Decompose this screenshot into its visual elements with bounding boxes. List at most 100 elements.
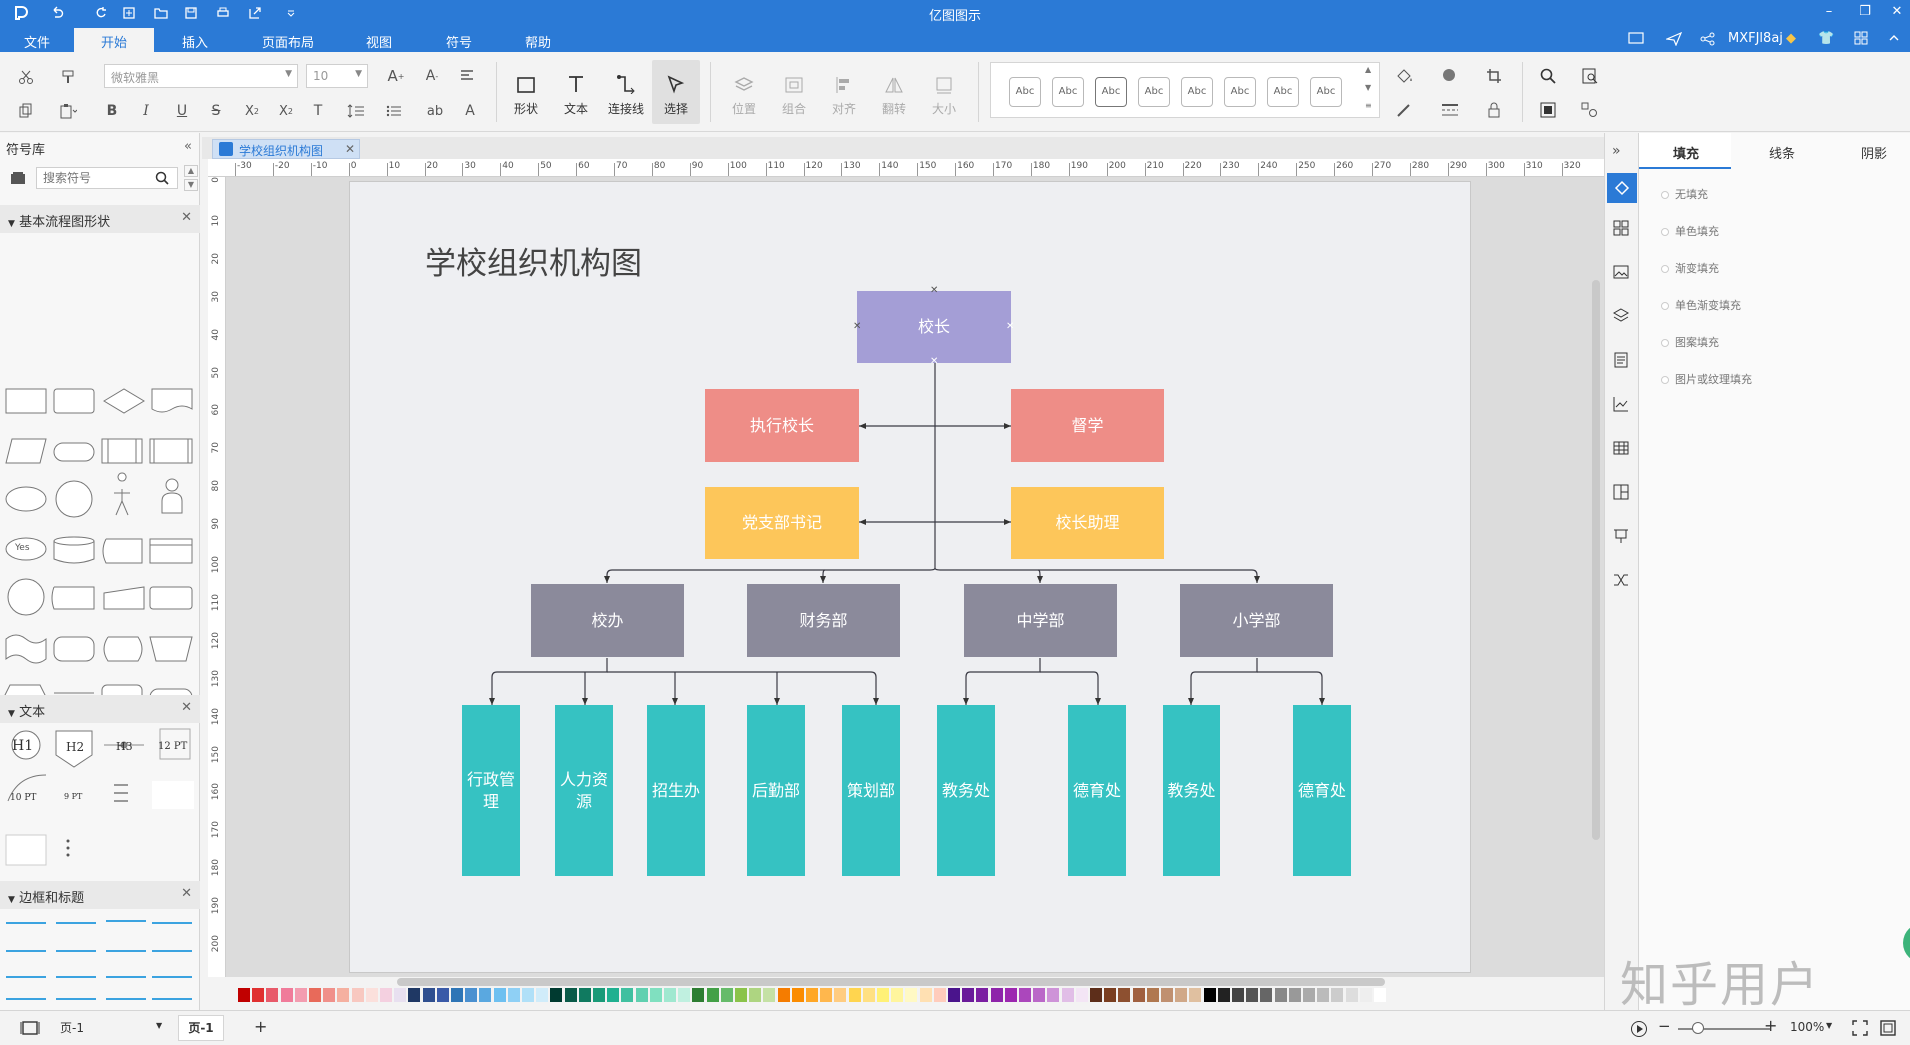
italic-icon[interactable]: I xyxy=(134,99,158,123)
document-tab[interactable]: 学校组织机构图 ✕ xyxy=(212,139,360,159)
color-swatch[interactable] xyxy=(1104,988,1117,1002)
connector-tool-button[interactable]: 连接线 xyxy=(602,60,650,124)
selection-handle-icon[interactable]: ✕ xyxy=(1006,321,1014,332)
color-swatch[interactable] xyxy=(1246,988,1259,1002)
color-swatch[interactable] xyxy=(834,988,847,1002)
fill-tool-icon[interactable] xyxy=(1607,173,1637,203)
page-properties-icon[interactable] xyxy=(1612,351,1632,371)
restore-icon[interactable]: ❐ xyxy=(1854,2,1876,22)
color-swatch[interactable] xyxy=(1161,988,1173,1002)
color-swatch[interactable] xyxy=(507,988,520,1002)
share-icon[interactable] xyxy=(1700,32,1716,46)
shadow-icon[interactable] xyxy=(1438,64,1462,88)
text-h1-sample[interactable]: H1 xyxy=(12,738,33,754)
menu-home[interactable]: 开始 xyxy=(101,32,127,51)
node-department[interactable]: 校办 xyxy=(531,584,684,657)
copy-icon[interactable] xyxy=(14,99,38,123)
color-swatch[interactable] xyxy=(550,988,563,1002)
fill-option-none[interactable]: 无填充 xyxy=(1661,186,1708,202)
decrease-font-icon[interactable]: A- xyxy=(420,64,444,88)
color-swatch[interactable] xyxy=(1260,988,1273,1002)
node-unit[interactable]: 策划部 xyxy=(842,705,900,876)
selection-handle-icon[interactable]: ✕ xyxy=(853,321,861,332)
node-unit[interactable]: 人力资源 xyxy=(555,705,613,876)
style-swatch[interactable]: Abc xyxy=(1181,77,1213,107)
color-swatch[interactable] xyxy=(1331,988,1344,1002)
color-swatch[interactable] xyxy=(1303,988,1315,1002)
text-block-samples[interactable] xyxy=(108,781,198,851)
style-swatch[interactable]: Abc xyxy=(1052,77,1084,107)
color-swatch[interactable] xyxy=(1019,988,1031,1002)
search-icon[interactable] xyxy=(155,171,169,185)
node-department[interactable]: 财务部 xyxy=(747,584,900,657)
fit-window-icon[interactable] xyxy=(1852,1020,1868,1036)
paste-icon[interactable] xyxy=(56,99,80,123)
color-swatch[interactable] xyxy=(252,988,265,1002)
underline-icon[interactable]: U xyxy=(170,99,194,123)
fill-option-pattern[interactable]: 图案填充 xyxy=(1661,334,1719,350)
color-swatch[interactable] xyxy=(678,988,691,1002)
selection-handle-icon[interactable]: ✕ xyxy=(930,356,938,367)
subscript-icon[interactable]: X2 xyxy=(274,99,298,123)
color-swatch[interactable] xyxy=(451,988,463,1002)
color-swatch[interactable] xyxy=(735,988,747,1002)
table-icon[interactable] xyxy=(1612,439,1632,459)
fill-option-gradient[interactable]: 渐变填充 xyxy=(1661,260,1719,276)
align-button[interactable]: 对齐 xyxy=(820,60,868,124)
color-swatch[interactable] xyxy=(380,988,392,1002)
color-swatch[interactable] xyxy=(436,988,449,1002)
collapse-panel-icon[interactable]: « xyxy=(184,139,192,154)
text-h2-sample[interactable]: H2 xyxy=(66,740,84,754)
page-tab[interactable]: 页-1 xyxy=(178,1015,224,1041)
color-swatch[interactable] xyxy=(1118,988,1131,1002)
strikethrough-icon[interactable]: S xyxy=(204,99,228,123)
font-size-select[interactable]: 10 ▼ xyxy=(306,64,368,88)
style-swatch[interactable]: Abc xyxy=(1095,77,1127,107)
section-text[interactable]: ▼ 文本 ✕ xyxy=(0,695,200,723)
node-unit[interactable]: 教务处 xyxy=(937,705,995,876)
increase-font-icon[interactable]: A + xyxy=(384,64,408,88)
position-button[interactable]: 位置 xyxy=(720,60,768,124)
superscript-icon[interactable]: X2 xyxy=(240,99,264,123)
style-swatch[interactable]: Abc xyxy=(1267,77,1299,107)
color-swatch[interactable] xyxy=(493,988,506,1002)
zoom-slider-thumb[interactable] xyxy=(1692,1022,1704,1034)
color-swatch[interactable] xyxy=(337,988,350,1002)
replace-shape-icon[interactable] xyxy=(1578,98,1602,122)
color-swatch[interactable] xyxy=(1203,988,1216,1002)
color-swatch[interactable] xyxy=(536,988,549,1002)
gallery-scroll-down-icon[interactable]: ▼ xyxy=(1365,83,1371,92)
node-unit[interactable]: 德育处 xyxy=(1068,705,1126,876)
node-unit[interactable]: 德育处 xyxy=(1293,705,1351,876)
color-swatch[interactable] xyxy=(1132,988,1145,1002)
color-swatch[interactable] xyxy=(1189,988,1202,1002)
section-borders-titles[interactable]: ▼ 边框和标题 ✕ xyxy=(0,881,200,909)
color-swatch[interactable] xyxy=(635,988,648,1002)
color-swatch[interactable] xyxy=(294,988,307,1002)
color-swatch[interactable] xyxy=(1288,988,1301,1002)
color-swatch[interactable] xyxy=(564,988,577,1002)
color-swatch[interactable] xyxy=(465,988,478,1002)
color-swatch[interactable] xyxy=(522,988,534,1002)
color-swatch[interactable] xyxy=(1061,988,1074,1002)
color-swatch[interactable] xyxy=(422,988,435,1002)
close-section-icon[interactable]: ✕ xyxy=(181,700,192,715)
color-swatch[interactable] xyxy=(351,988,364,1002)
shape-tool-button[interactable]: 形状 xyxy=(502,60,550,124)
add-page-icon[interactable]: + xyxy=(254,1017,267,1036)
menu-page-layout[interactable]: 页面布局 xyxy=(262,32,314,51)
color-swatch[interactable] xyxy=(749,988,762,1002)
line-color-icon[interactable] xyxy=(1392,98,1416,122)
symbol-search-field[interactable] xyxy=(37,168,147,188)
fullscreen-icon[interactable] xyxy=(1880,1020,1896,1036)
color-swatch[interactable] xyxy=(309,988,321,1002)
menu-insert[interactable]: 插入 xyxy=(182,32,208,51)
search-icon[interactable] xyxy=(1536,64,1560,88)
border-title-shapes[interactable] xyxy=(4,913,198,1003)
play-icon[interactable] xyxy=(1630,1020,1648,1038)
style-swatch[interactable]: Abc xyxy=(1224,77,1256,107)
color-swatch[interactable] xyxy=(1175,988,1188,1002)
close-icon[interactable]: ✕ xyxy=(1886,2,1908,22)
page-panel-icon[interactable] xyxy=(20,1021,40,1035)
node-unit[interactable]: 招生办 xyxy=(647,705,705,876)
